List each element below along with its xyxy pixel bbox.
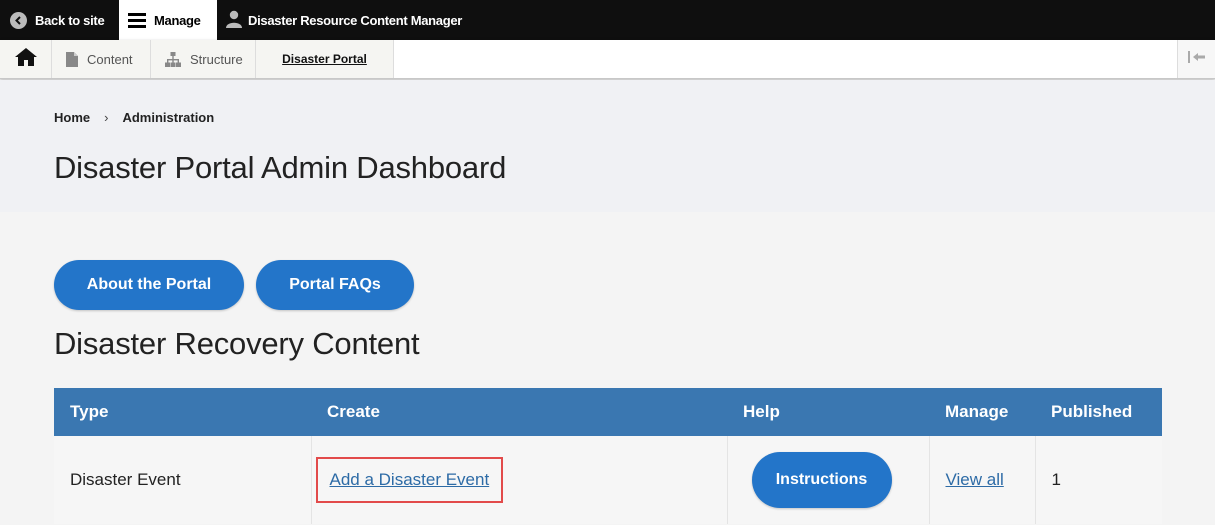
- back-to-site-link[interactable]: Back to site: [0, 0, 119, 40]
- table-header-row: Type Create Help Manage Published: [54, 388, 1162, 436]
- page-title: Disaster Portal Admin Dashboard: [54, 150, 507, 185]
- hamburger-icon: [128, 10, 146, 31]
- section-title: Disaster Recovery Content: [54, 326, 420, 361]
- back-to-site-label: Back to site: [35, 12, 105, 28]
- portal-faqs-button[interactable]: Portal FAQs: [256, 260, 414, 310]
- cell-published: 1: [1035, 436, 1162, 524]
- header-published: Published: [1035, 388, 1162, 436]
- breadcrumb-administration[interactable]: Administration: [122, 110, 214, 125]
- tray-spacer: [394, 40, 1177, 78]
- table-row: Disaster Event Add a Disaster Event Inst…: [54, 436, 1162, 524]
- header-manage: Manage: [929, 388, 1035, 436]
- instructions-button[interactable]: Instructions: [751, 452, 892, 508]
- chevron-left-icon: [10, 11, 27, 29]
- header-create: Create: [311, 388, 727, 436]
- collapse-tray-button[interactable]: [1177, 40, 1215, 78]
- add-disaster-event-link[interactable]: Add a Disaster Event: [315, 457, 504, 503]
- user-label: Disaster Resource Content Manager: [248, 12, 463, 28]
- manage-label: Manage: [154, 12, 201, 28]
- tab-structure-label: Structure: [190, 51, 243, 67]
- breadcrumb: Home › Administration: [54, 110, 214, 125]
- person-icon: [226, 10, 242, 31]
- manage-tab[interactable]: Manage: [119, 0, 217, 40]
- cell-create: Add a Disaster Event: [311, 436, 728, 524]
- home-button[interactable]: [0, 40, 52, 78]
- cell-manage: View all: [929, 436, 1036, 524]
- tab-disaster-portal-label: Disaster Portal: [282, 52, 367, 66]
- about-portal-button[interactable]: About the Portal: [54, 260, 244, 310]
- breadcrumb-home[interactable]: Home: [54, 110, 90, 125]
- page-header: Home › Administration Disaster Portal Ad…: [0, 80, 1215, 212]
- tab-disaster-portal[interactable]: Disaster Portal: [256, 40, 394, 78]
- file-icon: [66, 51, 78, 67]
- home-icon: [14, 47, 38, 72]
- cell-type: Disaster Event: [54, 436, 312, 524]
- cell-help: Instructions: [727, 436, 930, 524]
- header-help: Help: [727, 388, 929, 436]
- sitemap-icon: [165, 51, 181, 67]
- tab-structure[interactable]: Structure: [151, 40, 256, 78]
- tab-content-label: Content: [87, 51, 133, 67]
- view-all-link[interactable]: View all: [946, 470, 1004, 489]
- tab-content[interactable]: Content: [52, 40, 151, 78]
- user-tab[interactable]: Disaster Resource Content Manager: [217, 0, 472, 40]
- header-type: Type: [54, 388, 311, 436]
- breadcrumb-separator: ›: [104, 110, 109, 125]
- admin-toolbar: Back to site Manage Disaster Resource Co…: [0, 0, 1215, 40]
- collapse-arrow-icon: [1187, 50, 1206, 68]
- toolbar-tray: Content Structure Disaster Portal: [0, 40, 1215, 79]
- content-table: Type Create Help Manage Published Disast…: [54, 388, 1162, 524]
